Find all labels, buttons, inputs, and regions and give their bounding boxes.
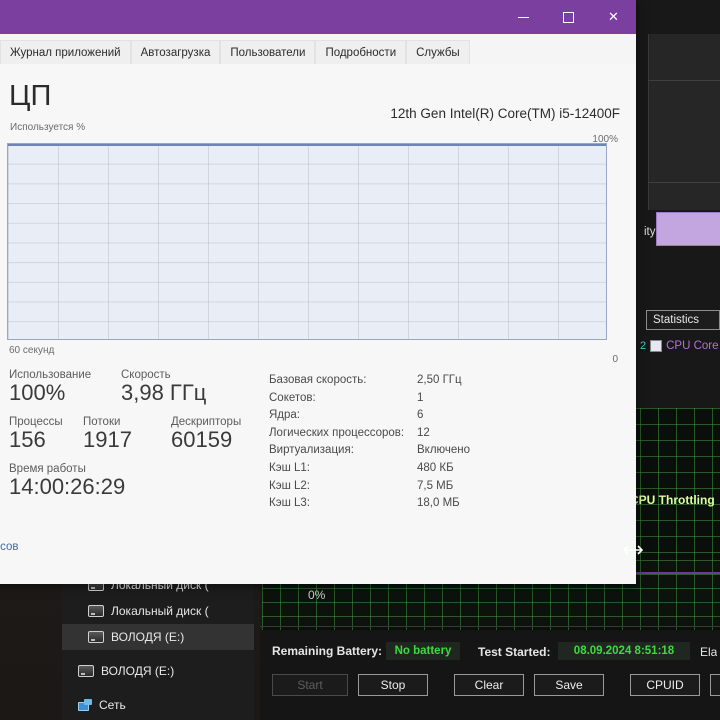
test-started-value-box: 08.09.2024 8:51:18 <box>558 642 690 660</box>
remaining-battery-row: Remaining Battery: <box>272 644 382 658</box>
processes-value: 156 <box>9 427 46 453</box>
logical-processors-key: Логических процессоров: <box>269 426 405 439</box>
title-bar[interactable]: ✕ <box>0 0 636 34</box>
l1-cache-key: Кэш L1: <box>269 461 310 474</box>
spec-row: Ядра: 6 <box>269 407 599 425</box>
legend-label: CPU Core <box>666 340 719 352</box>
tab-bar: Журнал приложений Автозагрузка Пользоват… <box>0 34 636 65</box>
logical-processors-value: 12 <box>417 426 430 439</box>
l3-cache-key: Кэш L3: <box>269 497 310 510</box>
tab-startup[interactable]: Автозагрузка <box>130 40 221 64</box>
cpu-utilization-graph <box>7 143 607 340</box>
spec-row: Сокетов: 1 <box>269 390 599 408</box>
tab-users[interactable]: Пользователи <box>220 40 316 64</box>
maximize-button[interactable] <box>546 0 591 34</box>
chart-zero-percent-label: 0% <box>308 588 326 602</box>
cpu-throttling-label: CPU Throttling <box>630 493 715 507</box>
clear-button[interactable]: Clear <box>454 674 524 696</box>
cpuid-button[interactable]: CPUID <box>630 674 700 696</box>
start-button[interactable]: Start <box>272 674 348 696</box>
l1-cache-value: 480 КБ <box>417 461 454 474</box>
stop-button[interactable]: Stop <box>358 674 428 696</box>
save-button[interactable]: Save <box>534 674 604 696</box>
test-started-value: 08.09.2024 8:51:18 <box>573 645 675 657</box>
drive-icon <box>88 605 104 617</box>
chart-separator <box>260 626 720 627</box>
tab-app-history[interactable]: Журнал приложений <box>0 40 131 64</box>
l3-cache-value: 18,0 МБ <box>417 497 460 510</box>
list-item-label: ВОЛОДЯ (E:) <box>101 664 175 678</box>
test-started-label: Test Started: <box>478 645 551 659</box>
resource-monitor-link[interactable]: итор ресурсов <box>0 541 19 553</box>
battery-value-box: No battery <box>386 642 460 660</box>
list-item-label: Локальный диск ( <box>111 604 209 618</box>
speed-value: 3,98 ГГц <box>121 380 207 405</box>
resize-cursor <box>622 545 644 555</box>
l2-cache-value: 7,5 МБ <box>417 479 454 492</box>
page-title: ЦП <box>9 80 52 112</box>
maximize-icon <box>563 11 574 23</box>
spec-row: Кэш L3: 18,0 МБ <box>269 495 599 513</box>
explorer-sidebar: Локальный диск ( Локальный диск ( ВОЛОДЯ… <box>62 572 254 720</box>
window-controls: ✕ <box>501 0 636 34</box>
list-item-label: ВОЛОДЯ (E:) <box>111 630 185 644</box>
handles-value: 60159 <box>171 427 233 453</box>
elapsed-label: Ela <box>700 645 718 659</box>
tab-services[interactable]: Службы <box>406 40 470 64</box>
network-icon <box>78 699 92 711</box>
list-item[interactable]: Локальный диск ( <box>62 598 254 624</box>
drive-icon <box>78 665 94 677</box>
legend-index: 2 <box>640 340 647 352</box>
panel-divider <box>648 182 720 183</box>
list-item[interactable]: Сеть <box>62 692 254 718</box>
threads-value: 1917 <box>83 427 132 453</box>
statistics-button[interactable]: Statistics <box>646 310 720 330</box>
graph-min-label: 0 <box>612 354 618 365</box>
purple-highlight-swatch <box>656 212 720 246</box>
spec-row: Виртуализация: Включено <box>269 442 599 460</box>
benchmark-buttons: Start Stop Clear Save CPUID Pref <box>272 674 720 696</box>
spec-row: Кэш L1: 480 КБ <box>269 460 599 478</box>
tab-details[interactable]: Подробности <box>315 40 407 64</box>
battery-value: No battery <box>394 645 452 657</box>
legend-color-swatch[interactable] <box>650 340 663 352</box>
uptime-value: 14:00:26:29 <box>9 474 126 500</box>
l2-cache-key: Кэш L2: <box>269 479 310 492</box>
graph-gridlines <box>8 144 606 339</box>
chart-legend: 2 CPU Core <box>640 340 719 352</box>
graph-trace-line <box>8 144 606 146</box>
cpu-model-label: 12th Gen Intel(R) Core(TM) i5-12400F <box>390 106 620 121</box>
sockets-value: 1 <box>417 391 424 404</box>
cores-value: 6 <box>417 409 424 422</box>
minimize-icon <box>518 16 529 18</box>
statistics-button-label: Statistics <box>653 314 700 326</box>
graph-axis-label: Используется % <box>10 122 86 133</box>
spec-row: Логических процессоров: 12 <box>269 425 599 443</box>
cpu-stats-grid: Использование 100% Скорость 3,98 ГГц Про… <box>9 369 259 498</box>
prefs-button[interactable]: Pref <box>710 674 720 696</box>
graph-timespan-label: 60 секунд <box>9 345 55 356</box>
base-speed-value: 2,50 ГГц <box>417 374 462 386</box>
cores-key: Ядра: <box>269 409 301 422</box>
spec-row: Базовая скорость: 2,50 ГГц <box>269 372 599 390</box>
minimize-button[interactable] <box>501 0 546 34</box>
list-item-selected[interactable]: ВОЛОДЯ (E:) <box>62 624 254 650</box>
utilization-value: 100% <box>9 380 66 405</box>
task-manager-window: ✕ Журнал приложений Автозагрузка Пользов… <box>0 0 636 584</box>
panel-divider <box>648 80 720 81</box>
virtualization-key: Виртуализация: <box>269 444 354 457</box>
benchmark-top-panel <box>648 34 720 210</box>
virtualization-value: Включено <box>417 444 471 457</box>
spec-row: Кэш L2: 7,5 МБ <box>269 478 599 496</box>
close-button[interactable]: ✕ <box>591 0 636 34</box>
close-icon: ✕ <box>608 9 619 24</box>
list-item[interactable]: ВОЛОДЯ (E:) <box>62 658 254 684</box>
remaining-battery-label: Remaining Battery: <box>272 644 383 658</box>
base-speed-key: Базовая скорость: <box>269 374 367 386</box>
drive-icon <box>88 631 104 643</box>
sockets-key: Сокетов: <box>269 391 316 404</box>
cpu-spec-table: Базовая скорость: 2,50 ГГц Сокетов: 1 Яд… <box>269 372 599 513</box>
cpu-performance-panel: ЦП 12th Gen Intel(R) Core(TM) i5-12400F … <box>0 64 636 584</box>
list-item-label: Сеть <box>99 698 126 712</box>
